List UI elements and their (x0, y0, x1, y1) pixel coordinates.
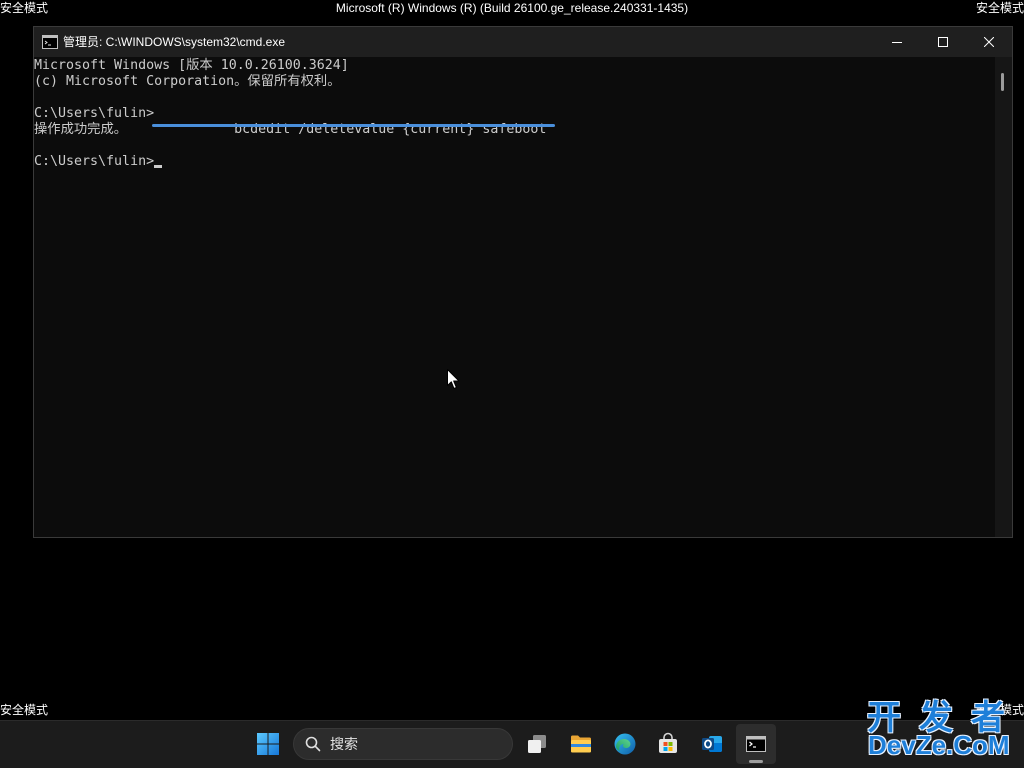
safe-mode-label-top-right: 安全模式 (975, 1, 1024, 15)
command-prompt-button[interactable] (736, 724, 776, 764)
text-caret (154, 154, 163, 170)
search-icon (305, 736, 321, 752)
watermark-domain: DevZe.CoM (868, 730, 1010, 760)
outlook-button[interactable] (692, 724, 732, 764)
console-lines: Microsoft Windows [版本 10.0.26100.3624] (… (34, 58, 556, 170)
start-button[interactable] (248, 724, 288, 764)
command-prompt: C:\Users\fulin> (34, 106, 155, 121)
minimize-icon (892, 42, 902, 43)
windows-build-label: Microsoft (R) Windows (R) (Build 26100.g… (335, 1, 689, 15)
close-icon (984, 37, 994, 47)
microsoft-store-icon (659, 732, 677, 753)
window-titlebar[interactable]: 管理员: C:\WINDOWS\system32\cmd.exe (34, 27, 1012, 57)
file-explorer-icon (571, 735, 591, 753)
annotation-underline (152, 124, 556, 127)
edge-button[interactable] (605, 724, 645, 764)
microsoft-store-button[interactable] (648, 724, 688, 764)
active-app-indicator (749, 760, 763, 763)
safe-mode-label-top-left: 安全模式 (0, 1, 49, 15)
scrollbar-thumb[interactable] (1001, 73, 1004, 91)
outlook-icon (702, 736, 722, 752)
command-prompt-icon (746, 736, 766, 752)
maximize-button[interactable] (920, 27, 966, 57)
window-title: 管理员: C:\WINDOWS\system32\cmd.exe (63, 35, 286, 49)
command-prompt-icon[interactable] (42, 34, 58, 50)
task-view-icon (528, 735, 546, 753)
current-prompt: C:\Users\fulin> (34, 154, 155, 169)
search-placeholder: 搜索 (330, 736, 358, 752)
task-view-button[interactable] (517, 724, 557, 764)
console-output[interactable]: Microsoft Windows [版本 10.0.26100.3624] (… (34, 57, 995, 537)
close-button[interactable] (966, 27, 1012, 57)
safe-mode-label-bottom-left: 安全模式 (0, 703, 49, 717)
console-line-current-prompt[interactable]: C:\Users\fulin> (34, 154, 546, 170)
console-line-copyright: (c) Microsoft Corporation。保留所有权利。 (34, 74, 546, 90)
cmd-window: 管理员: C:\WINDOWS\system32\cmd.exe Microso… (33, 26, 1013, 538)
mouse-pointer-icon (447, 369, 460, 389)
result-text: 操作成功完成。 (34, 122, 128, 137)
taskbar-search-box[interactable]: 搜索 (293, 728, 513, 760)
vertical-scrollbar[interactable] (995, 57, 1012, 537)
command-highlight: bcdedit /deletevalue {current} safeboot (152, 106, 556, 137)
file-explorer-button[interactable] (561, 724, 601, 764)
windows-start-icon (257, 733, 279, 755)
console-line-command: C:\Users\fulin> bcdedit /deletevalue {cu… (34, 106, 556, 137)
console-line-version: Microsoft Windows [版本 10.0.26100.3624] (34, 58, 546, 74)
version-text: Microsoft Windows [版本 10.0.26100.3624] (34, 58, 349, 73)
copyright-text: (c) Microsoft Corporation。保留所有权利。 (34, 74, 341, 89)
window-controls (874, 27, 1012, 57)
maximize-icon (938, 37, 948, 47)
edge-icon (614, 733, 636, 755)
minimize-button[interactable] (874, 27, 920, 57)
